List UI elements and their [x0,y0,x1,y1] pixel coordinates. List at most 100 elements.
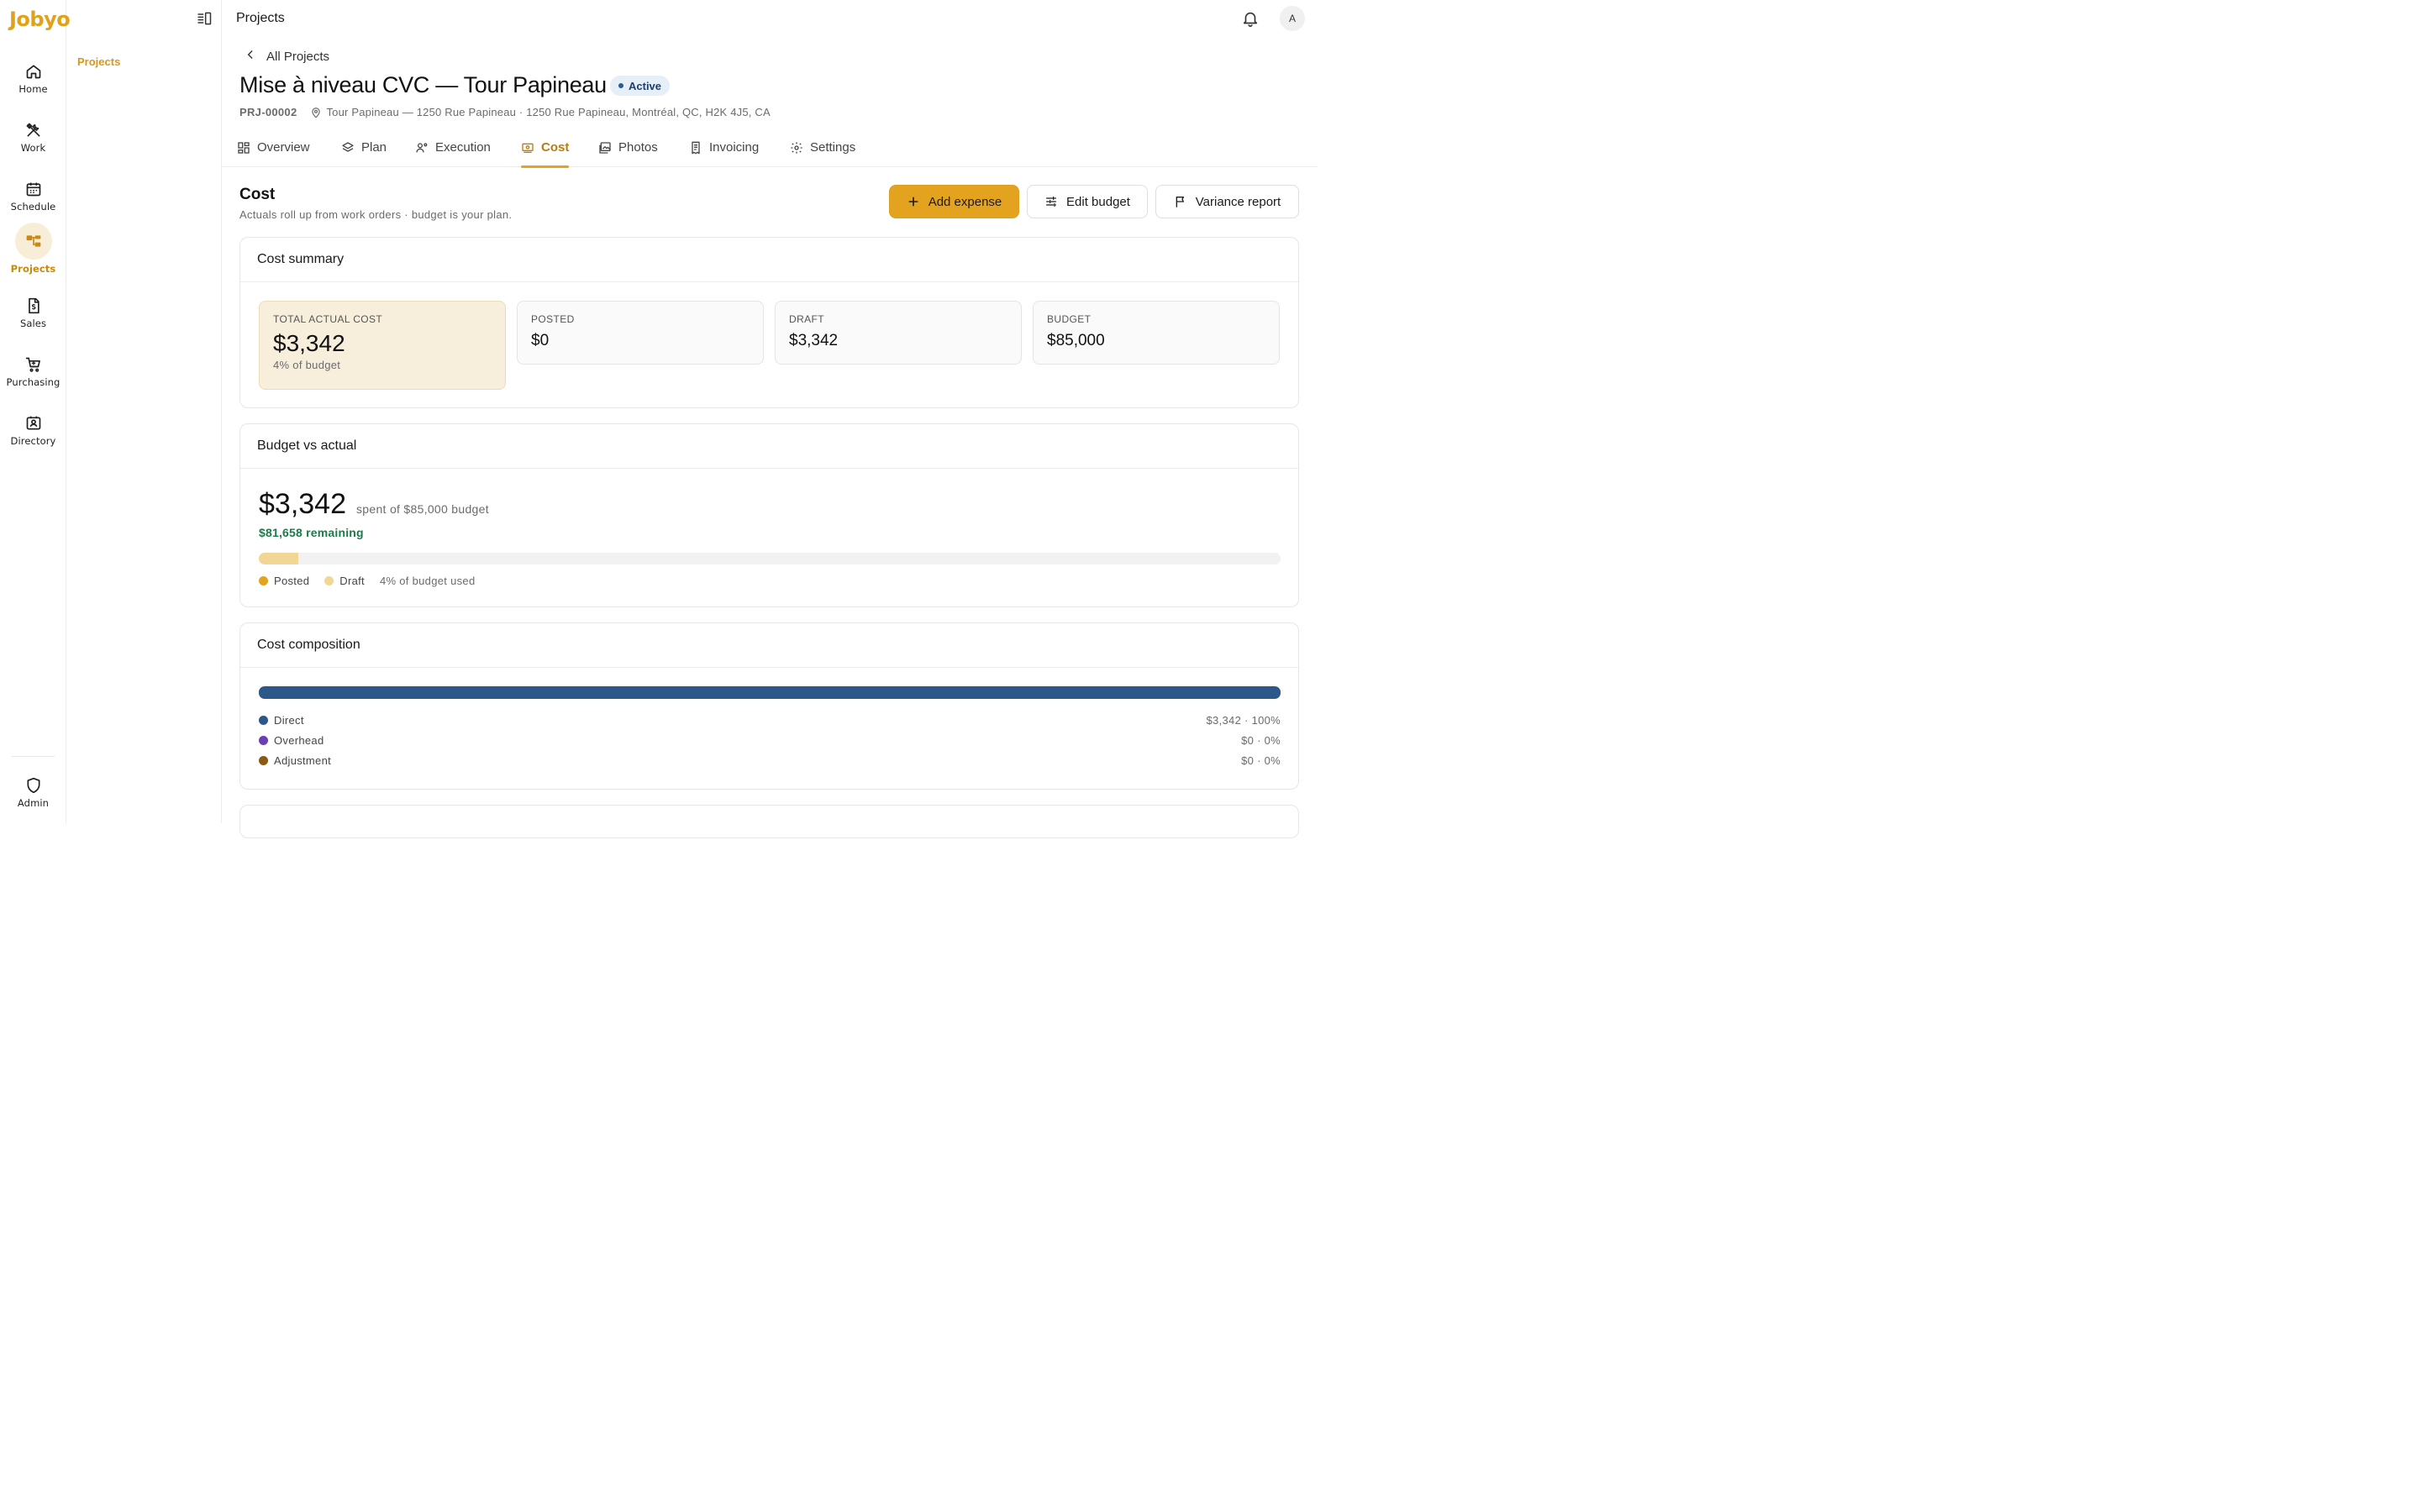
rail-item-label: Sales [19,318,47,329]
rail-item-label: Admin [17,797,50,809]
spent-of-budget: spent of $85,000 budget [356,502,489,516]
budget-progress-bar [259,553,1281,564]
stat-posted: POSTED $0 [517,301,764,365]
legend-swatch [259,576,268,585]
button-label: Edit budget [1066,194,1130,209]
tab-plan[interactable]: Plan [341,128,387,167]
tab-execution[interactable]: Execution [415,128,491,167]
card-title: Cost composition [240,623,1298,668]
tab-invoicing[interactable]: Invoicing [689,128,759,167]
card-title: Cost summary [240,238,1298,282]
photos-icon [599,141,611,154]
rail-item-work[interactable]: Work [0,112,66,154]
tab-settings[interactable]: Settings [790,128,855,167]
status-label: Active [629,79,662,92]
sliders-icon [1046,197,1057,207]
rail-item-purchasing[interactable]: Purchasing [0,346,66,388]
stat-value: $0 [531,332,550,349]
stat-label: TOTAL ACTUAL COST [273,313,383,325]
receipt-icon [692,141,700,154]
rail-divider [12,756,55,757]
stat-value: $3,342 [273,330,345,356]
tab-label: Overview [257,140,310,155]
status-badge: Active [610,76,671,96]
tab-overview[interactable]: Overview [237,128,310,167]
cash-icon [522,143,534,153]
tab-cost[interactable]: Cost [521,128,570,168]
rail-item-admin[interactable]: Admin [0,767,66,809]
notifications-bell-icon[interactable] [1241,9,1260,28]
button-label: Add expense [928,194,1002,209]
brand-logo[interactable]: Jobyo [9,8,71,31]
primary-rail: Jobyo Home Work Schedule Projects Sales … [0,0,71,823]
rail-item-home[interactable]: Home [0,53,66,95]
tab-label: Settings [810,140,856,155]
gear-icon [791,141,802,154]
button-label: Variance report [1195,194,1281,209]
composition-bar [259,686,1281,699]
back-link[interactable]: All Projects [245,49,329,64]
app-root: Jobyo Home Work Schedule Projects Sales … [0,0,1318,838]
project-code: PRJ-00002 [239,106,297,118]
back-link-label: All Projects [266,49,330,64]
rail-item-label: Home [18,83,48,95]
stat-sub: 4% of budget [273,359,341,371]
plus-icon [908,197,918,207]
rail-item-directory[interactable]: Directory [0,405,66,447]
status-dot [618,83,623,88]
section-title: Cost [239,186,276,203]
rail-item-label: Work [20,142,46,154]
cost-composition-card: Cost composition Direct $3,342 · 100% Ov… [239,622,1299,790]
legend-label: Draft [339,575,365,587]
composition-value: $0 · 0% [1241,754,1281,767]
sidebar-toggle-icon[interactable] [196,10,213,27]
subnav-item-projects[interactable]: Projects [77,55,120,68]
grid-icon [238,141,250,154]
next-card [239,805,1299,838]
secondary-nav: Projects [66,0,222,823]
legend-swatch [324,576,334,585]
tab-label: Invoicing [709,140,760,155]
add-expense-button[interactable]: Add expense [889,185,1019,218]
remaining-amount: $81,658 remaining [259,526,364,539]
projects-icon [14,223,52,260]
tab-label: Photos [618,140,658,155]
legend-label: Posted [274,575,310,587]
project-tabs: Overview Plan Execution Cost Photos Invo… [222,128,1318,168]
stat-value: $3,342 [789,332,839,349]
project-address: Tour Papineau — 1250 Rue Papineau · 1250… [326,106,771,118]
user-avatar[interactable]: A [1280,6,1305,31]
composition-row-overhead: Overhead $0 · 0% [259,734,1281,747]
budget-vs-actual-card: Budget vs actual $3,342 spent of $85,000… [239,423,1299,607]
budget-used-text: 4% of budget used [379,575,476,587]
rail-item-sales[interactable]: Sales [0,287,66,329]
progress-legend: Posted Draft 4% of budget used [259,575,475,587]
rail-item-label: Schedule [10,201,56,213]
tab-photos[interactable]: Photos [598,128,658,167]
rail-item-label: Directory [10,435,56,447]
composition-value: $3,342 · 100% [1206,714,1281,727]
topbar-title: Projects [236,11,285,25]
rail-item-projects[interactable]: Projects [0,223,66,275]
variance-report-button[interactable]: Variance report [1155,185,1299,218]
card-title: Budget vs actual [240,424,1298,469]
layers-icon [342,141,354,152]
composition-label: Direct [274,714,304,727]
rail-item-label: Projects [10,263,56,275]
stat-budget: BUDGET $85,000 [1033,301,1280,365]
composition-row-adjustment: Adjustment $0 · 0% [259,754,1281,767]
rail-item-schedule[interactable]: Schedule [0,171,66,213]
spent-amount: $3,342 [259,488,346,520]
stat-label: POSTED [531,313,575,325]
chevron-left-icon [245,49,256,64]
cost-summary-card: Cost summary TOTAL ACTUAL COST $3,342 4%… [239,237,1299,408]
legend-posted: Posted [259,575,309,587]
stat-draft: DRAFT $3,342 [775,301,1022,365]
section-subtitle: Actuals roll up from work orders · budge… [239,208,513,221]
composition-segment-direct [259,686,1281,699]
tab-label: Execution [435,140,491,155]
stat-label: BUDGET [1047,313,1092,325]
edit-budget-button[interactable]: Edit budget [1027,185,1148,218]
top-bar: Projects A [222,0,1318,37]
page-title: Mise à niveau CVC — Tour Papineau [239,72,607,97]
